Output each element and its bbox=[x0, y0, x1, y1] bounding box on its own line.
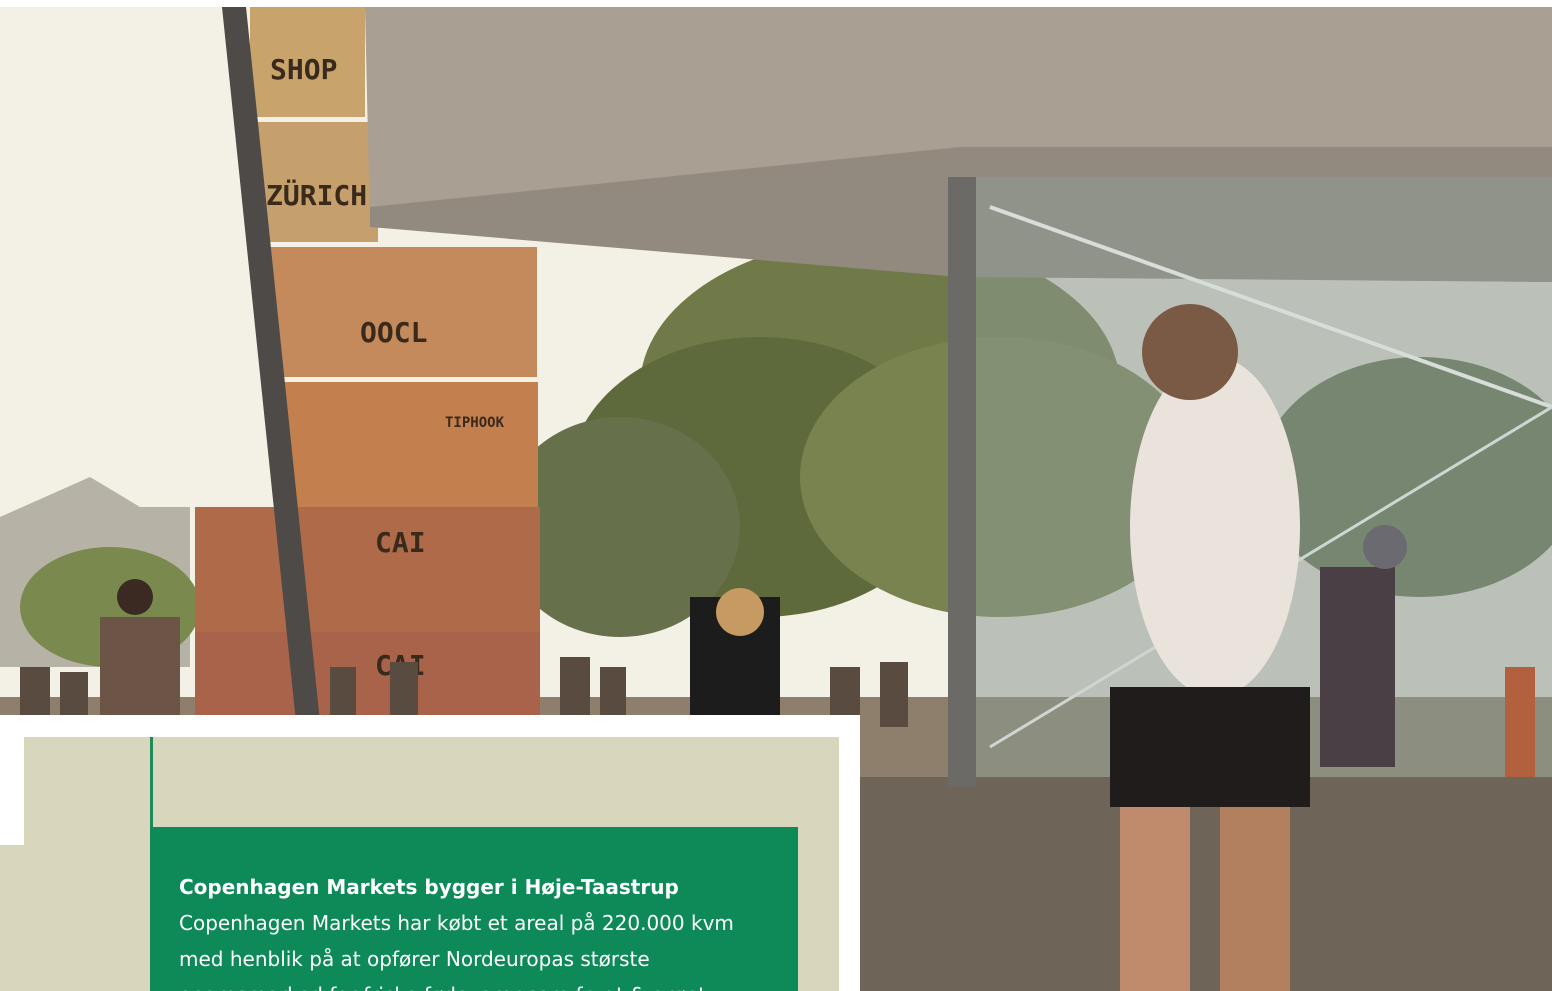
card-edge bbox=[0, 715, 24, 845]
container-label: TIPHOOK bbox=[445, 415, 505, 431]
container-label: OOCL bbox=[360, 316, 427, 349]
news-title[interactable]: Copenhagen Markets bygger i Høje-Taastru… bbox=[179, 873, 679, 901]
news-teaser[interactable]: Copenhagen Markets bygger i Høje-Taastru… bbox=[150, 827, 798, 991]
accent-line bbox=[150, 737, 153, 827]
container-label: CAI bbox=[375, 526, 426, 559]
news-body: Copenhagen Markets har købt et areal på … bbox=[179, 911, 734, 991]
container-label: ZÜRICH bbox=[266, 178, 367, 212]
news-panel-edge bbox=[0, 845, 24, 991]
container-label: SHOP bbox=[270, 53, 337, 86]
